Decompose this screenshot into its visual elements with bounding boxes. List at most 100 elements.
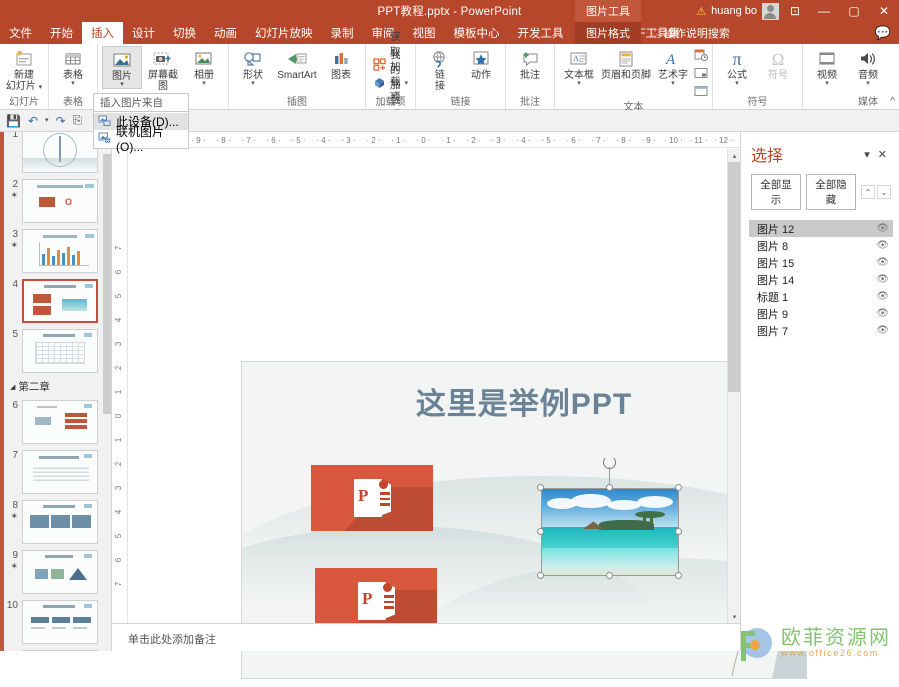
- tab-slideshow[interactable]: 幻灯片放映: [246, 22, 322, 44]
- my-addins-button[interactable]: 我的加载项 ▾: [370, 49, 411, 121]
- thumb-card[interactable]: O: [22, 179, 98, 223]
- object-icon[interactable]: [694, 85, 708, 101]
- tab-record[interactable]: 录制: [322, 22, 363, 44]
- slide-thumbnail-panel[interactable]: 1 2 ✶ O 3 ✶ 4 5 ◢ 第二章 6 7 8 ✶ 9 ✶ 10: [0, 132, 112, 651]
- tab-developer[interactable]: 开发工具: [509, 22, 573, 44]
- tab-template-center[interactable]: 模板中心: [445, 22, 509, 44]
- chevron-down-icon[interactable]: ▾: [405, 80, 409, 87]
- editor-vertical-scrollbar[interactable]: ▴ ▾: [727, 149, 741, 623]
- text-box-button[interactable]: A 文本框 ▾: [559, 46, 599, 87]
- thumbnail-slide-10[interactable]: 10: [0, 597, 111, 647]
- thumbnail-slide-4[interactable]: 4: [0, 276, 111, 326]
- section-collapse-icon[interactable]: ◢: [10, 383, 15, 391]
- resize-handle-n[interactable]: [606, 484, 613, 491]
- new-comment-button[interactable]: 批注: [510, 46, 550, 81]
- comment-icon[interactable]: 💬: [875, 25, 891, 41]
- eye-icon[interactable]: 👁: [876, 257, 889, 268]
- thumb-card[interactable]: [22, 500, 98, 544]
- resize-handle-nw[interactable]: [537, 484, 544, 491]
- pane-close-icon[interactable]: ✕: [874, 148, 891, 161]
- list-item[interactable]: 图片 14 👁: [749, 271, 893, 288]
- thumbnail-scrollbar[interactable]: [103, 132, 111, 651]
- tab-animations[interactable]: 动画: [205, 22, 246, 44]
- new-slide-button[interactable]: ✻ 新建 幻灯片 ▾: [4, 46, 44, 92]
- list-item[interactable]: 图片 12 👁: [749, 220, 893, 237]
- smartart-button[interactable]: SmartArt: [274, 46, 320, 81]
- resize-handle-ne[interactable]: [675, 484, 682, 491]
- account-area[interactable]: ⚠ huang bo: [696, 0, 779, 22]
- thumbnail-slide-7[interactable]: 7: [0, 447, 111, 497]
- eye-icon[interactable]: 👁: [876, 325, 889, 336]
- chevron-down-icon[interactable]: ▾: [735, 80, 739, 87]
- picture-button[interactable]: 图片 ▾: [102, 46, 142, 89]
- thumb-card[interactable]: [22, 550, 98, 594]
- thumb-card[interactable]: [22, 400, 98, 444]
- chevron-down-icon[interactable]: ▾: [120, 81, 124, 88]
- start-slideshow-icon[interactable]: ⎘: [73, 113, 83, 128]
- section-header-chapter-2[interactable]: ◢ 第二章: [0, 376, 111, 397]
- list-item[interactable]: 图片 9 👁: [749, 305, 893, 322]
- slide-number-icon[interactable]: [694, 67, 708, 83]
- audio-button[interactable]: 音频 ▾: [848, 46, 888, 87]
- screenshot-button[interactable]: 屏幕截图: [143, 46, 183, 92]
- horizontal-ruler[interactable]: · 11 · · 10 · · 9 · · 8 · · 7 · · 6 · · 5 · · 4…: [112, 132, 740, 148]
- thumbnail-scrollbar-thumb[interactable]: [103, 154, 111, 414]
- collapse-ribbon-icon[interactable]: ^: [890, 96, 895, 107]
- chevron-down-icon[interactable]: ▾: [202, 80, 206, 87]
- video-button[interactable]: 视频 ▾: [807, 46, 847, 87]
- move-up-icon[interactable]: ⌃: [861, 185, 875, 199]
- chevron-down-icon[interactable]: ▾: [251, 80, 255, 87]
- pane-menu-icon[interactable]: ▾: [860, 148, 874, 161]
- resize-handle-e[interactable]: [675, 528, 682, 535]
- resize-handle-se[interactable]: [675, 572, 682, 579]
- list-item[interactable]: 图片 7 👁: [749, 322, 893, 339]
- move-down-icon[interactable]: ⌄: [877, 185, 891, 199]
- thumbnail-slide-9[interactable]: 9 ✶: [0, 547, 111, 597]
- chevron-down-icon[interactable]: ▾: [825, 80, 829, 87]
- table-button[interactable]: 表格 ▾: [53, 46, 93, 87]
- tab-insert[interactable]: 插入: [82, 22, 123, 44]
- date-time-icon[interactable]: [694, 49, 709, 65]
- list-item[interactable]: 图片 8 👁: [749, 237, 893, 254]
- tab-transitions[interactable]: 切换: [164, 22, 205, 44]
- thumbnail-slide-3[interactable]: 3 ✶: [0, 226, 111, 276]
- thumbnail-slide-11[interactable]: 11: [0, 647, 111, 651]
- shapes-button[interactable]: 形状 ▾: [233, 46, 273, 87]
- show-all-button[interactable]: 全部显示: [751, 174, 801, 210]
- redo-icon[interactable]: ↷: [56, 114, 66, 128]
- undo-icon[interactable]: ↶: [28, 114, 38, 128]
- save-icon[interactable]: 💾: [6, 114, 21, 128]
- menu-item-online-pictures[interactable]: 联机图片(O)...: [94, 125, 188, 154]
- resize-handle-sw[interactable]: [537, 572, 544, 579]
- tab-view[interactable]: 视图: [404, 22, 445, 44]
- chart-button[interactable]: 图表: [321, 46, 361, 81]
- eye-icon[interactable]: 👁: [876, 240, 889, 251]
- resize-handle-w[interactable]: [537, 528, 544, 535]
- tab-picture-format[interactable]: 图片格式: [575, 22, 641, 44]
- thumbnail-slide-8[interactable]: 8 ✶: [0, 497, 111, 547]
- eye-icon[interactable]: 👁: [876, 274, 889, 285]
- screen-recording-button[interactable]: 屏幕录制: [889, 46, 899, 92]
- eye-icon[interactable]: 👁: [876, 223, 889, 234]
- thumb-card[interactable]: [22, 450, 98, 494]
- resize-handle-s[interactable]: [606, 572, 613, 579]
- link-button[interactable]: 链接: [420, 46, 460, 92]
- chevron-down-icon[interactable]: ▾: [71, 80, 75, 87]
- close-button[interactable]: ✕: [869, 0, 899, 22]
- chevron-down-icon[interactable]: ▾: [45, 117, 49, 124]
- chevron-down-icon[interactable]: ▾: [577, 80, 581, 87]
- minimize-button[interactable]: —: [809, 0, 839, 22]
- chevron-down-icon[interactable]: ▾: [671, 80, 675, 87]
- eye-icon[interactable]: 👁: [876, 291, 889, 302]
- slide-title-text[interactable]: 这里是举例PPT: [242, 379, 806, 423]
- thumbnail-slide-6[interactable]: 6: [0, 397, 111, 447]
- vertical-ruler[interactable]: 7 6 5 4 3 2 1 0 1 2 3 4 5 6 7: [112, 148, 128, 651]
- tell-me-search[interactable]: ♡ 操作说明搜索: [650, 22, 730, 44]
- tab-file[interactable]: 文件: [0, 22, 41, 44]
- maximize-button[interactable]: ▢: [839, 0, 869, 22]
- notes-pane[interactable]: 单击此处添加备注: [112, 623, 740, 651]
- photo-album-button[interactable]: 相册 ▾: [184, 46, 224, 87]
- action-button[interactable]: 动作: [461, 46, 501, 81]
- eye-icon[interactable]: 👁: [876, 308, 889, 319]
- thumb-card[interactable]: [22, 229, 98, 273]
